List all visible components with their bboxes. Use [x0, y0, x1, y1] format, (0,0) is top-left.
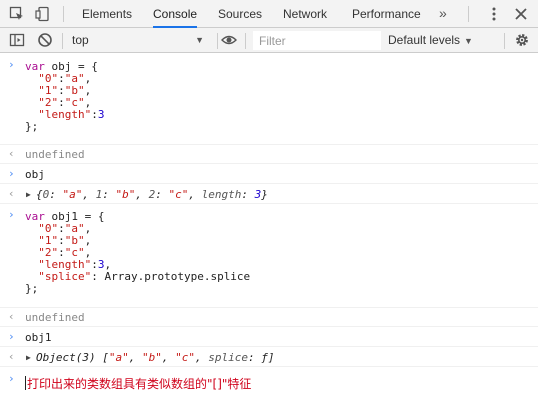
input-prompt-icon: ›	[8, 372, 15, 385]
context-selector[interactable]: top ▼	[68, 31, 210, 50]
eye-icon[interactable]	[221, 32, 237, 48]
expand-triangle-icon[interactable]: ▶	[26, 353, 31, 362]
result-arrow-icon: ‹	[8, 350, 15, 363]
result-arrow-icon: ‹	[8, 310, 15, 323]
console-input-entry: › var obj1 = { "0":"a", "1":"b", "2":"c"…	[0, 204, 538, 308]
console-result-entry: ‹ undefined	[0, 145, 538, 164]
toolbar-divider	[468, 6, 469, 22]
toolbar-divider	[245, 33, 246, 49]
console-result-entry: ‹ undefined	[0, 308, 538, 327]
clear-console-icon[interactable]	[37, 32, 53, 48]
result-arrow-icon: ‹	[8, 147, 15, 160]
input-prompt-icon: ›	[8, 58, 15, 71]
input-prompt-icon: ›	[8, 208, 15, 221]
toolbar-divider	[62, 33, 63, 49]
code-line: };	[25, 282, 39, 295]
input-prompt-icon: ›	[8, 167, 15, 180]
log-levels-dropdown[interactable]: Default levels ▼	[388, 31, 473, 50]
console-prompt[interactable]: › 打印出来的类数组具有类似数组的"[]"特征	[0, 367, 538, 395]
toolbar-divider	[504, 33, 505, 49]
console-toolbar: top ▼ Default levels▼	[0, 28, 538, 53]
console-result-entry[interactable]: ‹ ▶ Object(3) ["a", "b", "c", splice: ƒ]	[0, 347, 538, 367]
text-caret	[25, 376, 26, 390]
code-line: "splice": Array.prototype.splice	[38, 270, 251, 283]
code-line: obj	[25, 168, 45, 181]
kebab-menu-icon[interactable]	[486, 6, 502, 22]
tab-sources[interactable]: Sources	[218, 0, 262, 28]
console-output[interactable]: › var obj = { "0":"a", "1":"b", "2":"c",…	[0, 53, 538, 410]
code-line: };	[25, 120, 39, 133]
tab-network[interactable]: Network	[283, 0, 327, 28]
dropdown-arrow-icon: ▼	[464, 36, 473, 46]
result-arrow-icon: ‹	[8, 187, 15, 200]
tab-elements[interactable]: Elements	[82, 0, 132, 28]
tab-console[interactable]: Console	[153, 0, 198, 28]
code-line: obj1	[25, 331, 52, 344]
object-preview[interactable]: Object(3) ["a", "b", "c", splice: ƒ]	[36, 352, 274, 364]
filter-input[interactable]	[253, 31, 381, 50]
devtools-tabbar: Elements Console Sources Network Perform…	[0, 0, 538, 28]
console-input-entry: › obj1	[0, 327, 538, 347]
more-tabs-button[interactable]: »	[439, 0, 447, 28]
device-toggle-icon[interactable]	[35, 6, 51, 22]
result-value: undefined	[25, 148, 85, 161]
toolbar-divider	[217, 33, 218, 49]
object-preview[interactable]: {0: "a", 1: "b", 2: "c", length: 3}	[36, 189, 268, 201]
context-selector-value: top	[72, 33, 89, 47]
gear-icon[interactable]	[514, 32, 530, 48]
sidebar-toggle-icon[interactable]	[9, 32, 25, 48]
inspect-icon[interactable]	[9, 6, 25, 22]
console-result-entry[interactable]: ‹ ▶ {0: "a", 1: "b", 2: "c", length: 3}	[0, 184, 538, 204]
toolbar-divider	[63, 6, 64, 22]
close-icon[interactable]	[513, 6, 529, 22]
input-prompt-icon: ›	[8, 330, 15, 343]
result-value: undefined	[25, 311, 85, 324]
dropdown-arrow-icon: ▼	[195, 35, 204, 45]
expand-triangle-icon[interactable]: ▶	[26, 190, 31, 199]
console-input-entry: › var obj = { "0":"a", "1":"b", "2":"c",…	[0, 53, 538, 145]
console-input-entry: › obj	[0, 164, 538, 184]
tab-performance[interactable]: Performance	[352, 0, 421, 28]
log-levels-label: Default levels	[388, 33, 461, 47]
annotation-comment: 打印出来的类数组具有类似数组的"[]"特征	[27, 377, 252, 391]
